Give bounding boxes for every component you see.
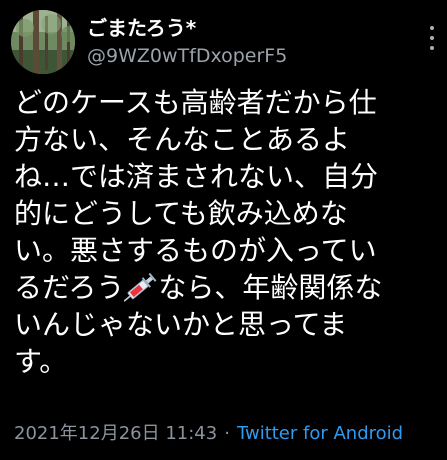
source-link[interactable]: Twitter for Android bbox=[237, 423, 403, 444]
tweet-meta: 2021年12月26日 11:43 · Twitter for Android bbox=[14, 422, 403, 446]
tweet: ごまたろう* @9WZ0wTfDxoperF5 どのケースも高齢者だから仕 方な… bbox=[0, 0, 447, 460]
tweet-text-line: ね…では済まされない、自分 bbox=[14, 160, 379, 193]
tweet-text-line: す。 bbox=[14, 345, 68, 378]
tweet-text-line: い。悪さするものが入ってい bbox=[14, 234, 377, 267]
tweet-text-line-with-emoji: るだろう なら、年齢関係な bbox=[14, 269, 439, 306]
user-handle[interactable]: @9WZ0wTfDxoperF5 bbox=[87, 43, 287, 69]
dot bbox=[430, 26, 434, 30]
timestamp[interactable]: 2021年12月26日 11:43 bbox=[14, 423, 217, 444]
tweet-text-line: 方ない、そんなことあるよ bbox=[14, 123, 351, 156]
tweet-header: ごまたろう* @9WZ0wTfDxoperF5 bbox=[11, 10, 287, 74]
tweet-text-line: いんじゃないかと思ってま bbox=[14, 308, 348, 341]
display-name[interactable]: ごまたろう* bbox=[87, 15, 287, 41]
syringe-icon bbox=[124, 272, 157, 302]
separator: · bbox=[224, 423, 230, 444]
tweet-text-line: 的にどうしても飲み込めな bbox=[14, 197, 348, 230]
dot bbox=[430, 36, 434, 40]
more-options-icon[interactable] bbox=[427, 26, 437, 50]
tweet-text-segment: るだろう bbox=[14, 271, 125, 304]
avatar[interactable] bbox=[11, 10, 75, 74]
tweet-text: どのケースも高齢者だから仕 方ない、そんなことあるよ ね…では済まされない、自分… bbox=[14, 84, 439, 380]
tweet-text-line: どのケースも高齢者だから仕 bbox=[14, 86, 377, 119]
author-names: ごまたろう* @9WZ0wTfDxoperF5 bbox=[87, 15, 287, 69]
dot bbox=[430, 46, 434, 50]
forest-avatar-icon bbox=[11, 10, 75, 74]
tweet-text-segment: なら、年齢関係な bbox=[158, 271, 383, 304]
